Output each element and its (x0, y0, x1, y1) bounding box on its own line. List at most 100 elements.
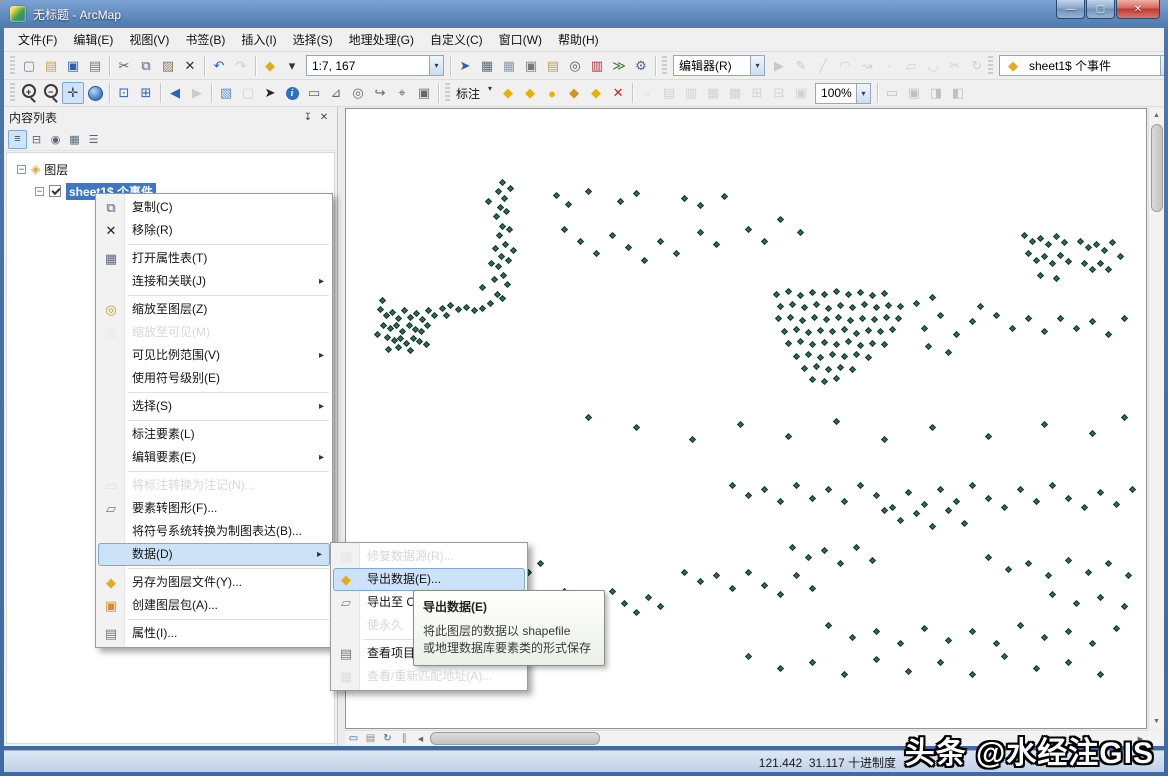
redo-icon[interactable]: ↷ (230, 55, 252, 77)
data-frame-icon[interactable]: ▣ (520, 55, 542, 77)
toolbar-grip[interactable] (10, 83, 15, 103)
cut-polygons-icon[interactable]: ✂ (944, 55, 966, 77)
close-button[interactable]: ✕ (1116, 0, 1160, 19)
menu-item[interactable]: ⧉ 复制(C) (96, 196, 332, 219)
edit-tool-icon[interactable]: ➤ (454, 55, 476, 77)
catalog-icon[interactable]: ▤ (542, 55, 564, 77)
identify-icon[interactable] (281, 82, 303, 104)
editor-menu-combo[interactable]: 编辑器(R) ▾ (673, 55, 765, 76)
arctoolbox-icon[interactable]: ▥ (586, 55, 608, 77)
layer-checkbox[interactable] (49, 185, 61, 197)
forward-extent-icon[interactable]: ▶ (186, 82, 208, 104)
attribute-table-icon[interactable]: ▦ (476, 55, 498, 77)
pause-drawing-icon[interactable]: ∥ (396, 732, 413, 746)
menu-item[interactable]: 编辑要素(E) ▸ (96, 446, 332, 469)
undo-icon[interactable]: ↶ (208, 55, 230, 77)
swipe-icon[interactable]: ◨ (925, 82, 947, 104)
chevron-down-icon[interactable]: ▾ (483, 80, 497, 96)
zoom-window-icon[interactable]: ▣ (903, 82, 925, 104)
layout-view-icon[interactable]: ▤ (362, 732, 379, 746)
model-builder-icon[interactable]: ⚙ (630, 55, 652, 77)
menu-item[interactable]: 可见比例范围(V) ▸ (96, 344, 332, 367)
menubar-item[interactable]: 地理处理(G) (341, 30, 422, 50)
toc-root-row[interactable]: − ◈ 图层 (7, 160, 334, 178)
menu-item[interactable]: ◆ 另存为图层文件(Y)... (96, 571, 332, 594)
list-by-selection-icon[interactable]: ▦ (65, 130, 84, 149)
measure-icon[interactable]: ⊿ (325, 82, 347, 104)
cut-icon[interactable]: ✂ (113, 55, 135, 77)
reshape-icon[interactable]: ◡ (922, 55, 944, 77)
point-layer-icon[interactable]: ◆ (1002, 55, 1024, 77)
back-extent-icon[interactable]: ◀ (164, 82, 186, 104)
delete-icon[interactable]: ✕ (179, 55, 201, 77)
extent-rectangles-icon[interactable]: ▦ (702, 82, 724, 104)
menu-item[interactable]: 将符号系统转换为制图表达(B)... (96, 520, 332, 543)
find-icon[interactable]: ◎ (347, 82, 369, 104)
edit-arrow-icon[interactable]: ▶ (768, 55, 790, 77)
toolbar-grip[interactable] (662, 55, 667, 76)
chevron-down-icon[interactable]: ▾ (750, 56, 764, 75)
select-features-icon[interactable]: ▧ (215, 82, 237, 104)
fixed-zoom-out-icon[interactable]: ⊞ (135, 82, 157, 104)
viewer-list-icon[interactable]: ▥ (680, 82, 702, 104)
toolbar-grip[interactable] (988, 55, 993, 76)
scroll-up-icon[interactable]: ▲ (1149, 108, 1164, 123)
trace-icon[interactable]: ↝ (856, 55, 878, 77)
menu-item[interactable]: 使用符号级别(E) (96, 367, 332, 390)
scroll-thumb[interactable] (430, 731, 600, 745)
menubar-item[interactable]: 文件(F) (10, 30, 65, 50)
pan-icon[interactable]: ✛ (62, 82, 84, 104)
menubar-item[interactable]: 编辑(E) (65, 30, 121, 50)
vertical-scrollbar[interactable]: ▲ ▼ (1148, 108, 1164, 729)
data-frame-tool-icon[interactable]: ⊟ (768, 82, 790, 104)
chevron-down-icon[interactable]: ▾ (429, 56, 443, 75)
scroll-down-icon[interactable]: ▼ (1149, 714, 1164, 729)
collapse-icon[interactable]: − (17, 164, 26, 174)
related-tables-icon[interactable]: ▦ (498, 55, 520, 77)
pause-labels-icon[interactable]: ◆ (585, 82, 607, 104)
pan-window-icon[interactable]: ▭ (881, 82, 903, 104)
print-icon[interactable]: ▤ (84, 55, 106, 77)
magnifier-window-icon[interactable]: ▤ (658, 82, 680, 104)
clear-selection-icon[interactable]: ▢ (237, 82, 259, 104)
label-menu[interactable]: 标注 (456, 85, 480, 102)
zoom-percent-combo[interactable]: 100% ▾ (815, 82, 872, 104)
scroll-left-icon[interactable]: ◀ (413, 731, 428, 746)
menubar-item[interactable]: 书签(B) (177, 30, 233, 50)
chevron-down-icon[interactable]: ▾ (856, 83, 871, 103)
list-by-drawing-order-icon[interactable]: ≡ (8, 129, 27, 149)
lock-labels-icon[interactable]: ◆ (563, 82, 585, 104)
point-sketch-icon[interactable]: ∙ (878, 55, 900, 77)
label-weight-icon[interactable]: ● (541, 82, 563, 104)
layer-combo[interactable]: ◆ sheet1$ 个事件 ▾ (999, 55, 1164, 76)
toc-root-label[interactable]: 图层 (44, 161, 68, 178)
menubar-item[interactable]: 帮助(H) (550, 30, 607, 50)
list-by-source-icon[interactable]: ⊟ (27, 130, 46, 149)
open-folder-icon[interactable]: ▤ (40, 55, 62, 77)
zoom-in-icon[interactable]: + (18, 82, 40, 104)
save-icon[interactable]: ▣ (62, 55, 84, 77)
scroll-thumb[interactable] (1150, 124, 1163, 212)
viewer-window-icon[interactable]: ▣ (413, 82, 435, 104)
overview-window-icon[interactable]: ▫ (636, 82, 658, 104)
go-to-xy-icon[interactable]: ⌖ (391, 82, 413, 104)
search-icon[interactable]: ◎ (564, 55, 586, 77)
rotate-icon[interactable]: ↻ (966, 55, 988, 77)
new-document-icon[interactable]: ▢ (18, 55, 40, 77)
pin-icon[interactable]: ↧ (300, 110, 316, 126)
menubar-item[interactable]: 视图(V) (121, 30, 177, 50)
menu-item[interactable]: ▦ 打开属性表(T) (96, 247, 332, 270)
html-popup-icon[interactable]: ▭ (303, 82, 325, 104)
scale-combo[interactable]: 1:7, 167 ▾ (306, 55, 444, 76)
toolbar-grip[interactable] (445, 83, 450, 103)
refresh-view-icon[interactable]: ↻ (379, 732, 396, 746)
menubar-item[interactable]: 窗口(W) (491, 30, 550, 50)
add-data-dropdown-icon[interactable]: ▾ (281, 55, 303, 77)
label-priority-icon[interactable]: ◆ (519, 82, 541, 104)
menubar-item[interactable]: 插入(I) (233, 30, 284, 50)
arc-segment-icon[interactable]: ◠ (834, 55, 856, 77)
select-elements-icon[interactable]: ➤ (259, 82, 281, 104)
menu-item[interactable]: 标注要素(L) (96, 423, 332, 446)
fixed-zoom-in-icon[interactable]: ⊡ (113, 82, 135, 104)
grid-icon[interactable]: ▩ (724, 82, 746, 104)
